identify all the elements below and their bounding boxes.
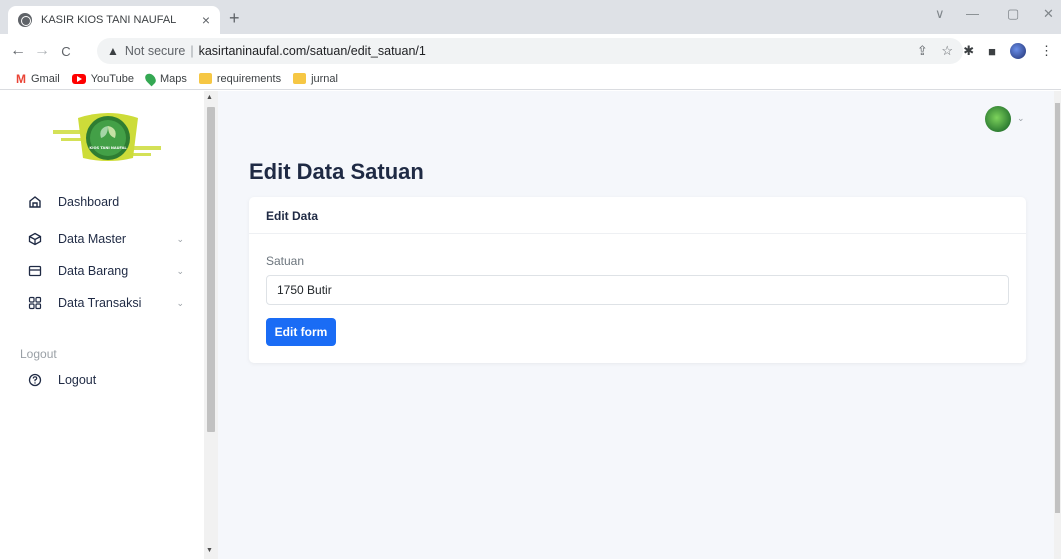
gmail-icon: M bbox=[16, 71, 26, 86]
edit-card: Edit Data Satuan Edit form bbox=[249, 197, 1026, 363]
folder-icon bbox=[293, 73, 307, 84]
kios-tani-naufal-logo[interactable]: KIOS TANI NAUFAL bbox=[53, 108, 163, 163]
sidebar-item-logout[interactable]: Logout bbox=[28, 373, 188, 387]
maps-icon bbox=[143, 71, 158, 86]
toolbar-icons: ✱ ■ ⋮ bbox=[963, 43, 1053, 59]
sidebar-scrollbar[interactable]: ▲ ▼ bbox=[204, 91, 218, 559]
user-avatar[interactable] bbox=[985, 106, 1011, 132]
share-icon[interactable]: ⇪ ☆ bbox=[917, 43, 953, 59]
maximize-button[interactable]: ▢ bbox=[1007, 6, 1019, 22]
browser-tab-bar: KASIR KIOS TANI NAUFAL × + ∨ — ▢ ✕ bbox=[0, 0, 1061, 34]
browser-toolbar: ← → C ▲ Not secure | kasirtaninaufal.com… bbox=[0, 34, 1061, 68]
home-icon bbox=[29, 196, 41, 208]
not-secure-label: Not secure bbox=[124, 44, 186, 58]
minimize-button[interactable]: — bbox=[966, 6, 979, 21]
new-tab-button[interactable]: + bbox=[229, 8, 240, 29]
youtube-icon bbox=[71, 73, 86, 84]
sidebar-item-label: Data Barang bbox=[58, 264, 129, 278]
scroll-down-icon[interactable]: ▼ bbox=[206, 547, 213, 554]
sidebar-section-label: Logout bbox=[20, 347, 57, 361]
satuan-input[interactable] bbox=[266, 275, 1009, 305]
logo-text: KIOS TANI NAUFAL bbox=[89, 146, 127, 150]
bookmark-label: jurnal bbox=[311, 72, 338, 85]
bookmark-youtube[interactable]: YouTube bbox=[71, 72, 134, 85]
tab-search-icon[interactable]: ∨ bbox=[935, 6, 945, 22]
bookmark-label: Maps bbox=[159, 72, 187, 85]
browser-tab[interactable]: KASIR KIOS TANI NAUFAL × bbox=[8, 6, 220, 34]
bookmark-requirements[interactable]: requirements bbox=[198, 72, 282, 85]
sidebar-item-data-barang[interactable]: Data Barang ⌄ bbox=[28, 264, 188, 278]
address-bar[interactable]: ▲ Not secure | kasirtaninaufal.com/satua… bbox=[97, 38, 963, 64]
close-window-button[interactable]: ✕ bbox=[1043, 6, 1054, 22]
address-separator: | bbox=[190, 44, 194, 58]
profile-avatar[interactable] bbox=[1010, 43, 1026, 59]
chevron-down-icon[interactable]: ⌄ bbox=[1017, 113, 1025, 124]
close-tab-icon[interactable]: × bbox=[202, 12, 210, 28]
menu-icon[interactable]: ⋮ bbox=[1040, 43, 1053, 59]
sidebar: KIOS TANI NAUFAL Dashboard Data Master ⌄… bbox=[0, 91, 204, 559]
sidebar-item-data-transaksi[interactable]: Data Transaksi ⌄ bbox=[28, 296, 188, 310]
sidebar-item-dashboard[interactable]: Dashboard bbox=[28, 195, 188, 209]
tab-title: KASIR KIOS TANI NAUFAL bbox=[41, 14, 177, 26]
satuan-label: Satuan bbox=[266, 254, 305, 268]
reload-button[interactable]: C bbox=[54, 44, 78, 59]
sidebar-item-label: Data Master bbox=[58, 232, 127, 246]
scrollbar-thumb[interactable] bbox=[207, 107, 215, 432]
box-icon bbox=[28, 232, 42, 246]
bookmark-label: Gmail bbox=[31, 72, 60, 85]
chevron-down-icon: ⌄ bbox=[176, 297, 184, 308]
main-content: ⌄ Edit Data Satuan Edit Data Satuan Edit… bbox=[218, 91, 1054, 559]
chevron-down-icon: ⌄ bbox=[176, 233, 184, 244]
back-button[interactable]: ← bbox=[6, 42, 30, 60]
bookmark-label: requirements bbox=[216, 72, 282, 85]
sidebar-item-data-master[interactable]: Data Master ⌄ bbox=[28, 232, 188, 246]
extensions-icon[interactable]: ✱ bbox=[963, 43, 974, 59]
page-scrollbar[interactable] bbox=[1054, 91, 1061, 559]
bookmark-gmail[interactable]: M Gmail bbox=[16, 72, 60, 86]
scroll-up-icon[interactable]: ▲ bbox=[206, 94, 213, 101]
page-title: Edit Data Satuan bbox=[249, 159, 424, 184]
help-circle-icon bbox=[28, 373, 42, 387]
card-header: Edit Data bbox=[249, 197, 1026, 234]
bookmarks-bar: M Gmail YouTube Maps requirements jurnal bbox=[0, 68, 1061, 90]
scrollbar-thumb[interactable] bbox=[1055, 103, 1060, 513]
bookmark-maps[interactable]: Maps bbox=[143, 71, 187, 86]
bookmark-label: YouTube bbox=[90, 72, 134, 85]
bookmark-star-icon[interactable]: ☆ bbox=[941, 43, 953, 58]
sidepanel-icon[interactable]: ■ bbox=[988, 44, 996, 59]
sidebar-item-label: Logout bbox=[58, 373, 97, 387]
forward-button[interactable]: → bbox=[30, 42, 54, 60]
sidebar-item-label: Data Transaksi bbox=[58, 296, 142, 310]
grid-icon bbox=[28, 296, 42, 310]
card-icon bbox=[28, 265, 42, 277]
folder-icon bbox=[198, 73, 212, 84]
warning-icon: ▲ bbox=[107, 44, 119, 58]
globe-icon bbox=[18, 13, 32, 27]
url-text: kasirtaninaufal.com/satuan/edit_satuan/1 bbox=[198, 44, 426, 58]
sidebar-item-label: Dashboard bbox=[58, 195, 120, 209]
edit-form-button[interactable]: Edit form bbox=[266, 318, 336, 346]
bookmark-jurnal[interactable]: jurnal bbox=[293, 73, 338, 85]
chevron-down-icon: ⌄ bbox=[176, 265, 184, 276]
